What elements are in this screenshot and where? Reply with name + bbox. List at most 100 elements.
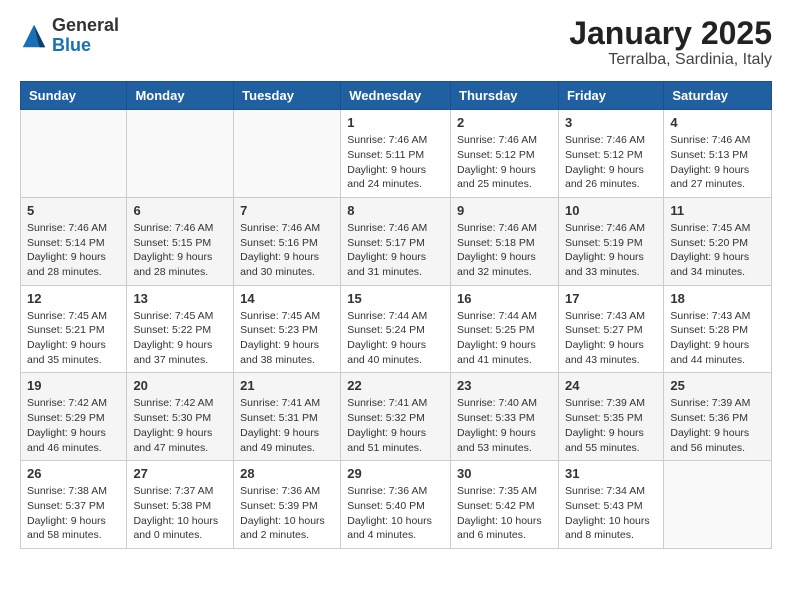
calendar-cell: 30 Sunrise: 7:35 AM Sunset: 5:42 PM Dayli… xyxy=(451,461,559,549)
calendar-cell: 17Sunrise: 7:43 AM Sunset: 5:27 PM Dayli… xyxy=(558,285,663,373)
calendar-cell: 24Sunrise: 7:39 AM Sunset: 5:35 PM Dayli… xyxy=(558,373,663,461)
column-header-wednesday: Wednesday xyxy=(341,82,451,110)
day-number: 26 xyxy=(27,466,120,481)
calendar-week-row: 19Sunrise: 7:42 AM Sunset: 5:29 PM Dayli… xyxy=(21,373,772,461)
day-info: Sunrise: 7:46 AM Sunset: 5:14 PM Dayligh… xyxy=(27,221,120,280)
day-info: Sunrise: 7:45 AM Sunset: 5:22 PM Dayligh… xyxy=(133,309,227,368)
calendar-cell: 20 Sunrise: 7:42 AM Sunset: 5:30 PM Dayli… xyxy=(127,373,234,461)
day-info: Sunrise: 7:41 AM Sunset: 5:32 PM Dayligh… xyxy=(347,396,444,455)
calendar-header-row: SundayMondayTuesdayWednesdayThursdayFrid… xyxy=(21,82,772,110)
calendar-cell: 29Sunrise: 7:36 AM Sunset: 5:40 PM Dayli… xyxy=(341,461,451,549)
calendar-cell: 4Sunrise: 7:46 AM Sunset: 5:13 PM Daylig… xyxy=(664,110,772,198)
page: General Blue January 2025 Terralba, Sard… xyxy=(0,0,792,565)
title-block: January 2025 Terralba, Sardinia, Italy xyxy=(569,16,772,69)
header: General Blue January 2025 Terralba, Sard… xyxy=(20,16,772,69)
day-number: 18 xyxy=(670,291,765,306)
calendar-cell: 23 Sunrise: 7:40 AM Sunset: 5:33 PM Dayli… xyxy=(451,373,559,461)
calendar-cell: 7Sunrise: 7:46 AM Sunset: 5:16 PM Daylig… xyxy=(234,197,341,285)
day-number: 2 xyxy=(457,115,552,130)
day-number: 3 xyxy=(565,115,657,130)
calendar-cell: 3 Sunrise: 7:46 AM Sunset: 5:12 PM Daylig… xyxy=(558,110,663,198)
calendar-week-row: 5 Sunrise: 7:46 AM Sunset: 5:14 PM Daylig… xyxy=(21,197,772,285)
day-number: 6 xyxy=(133,203,227,218)
day-number: 17 xyxy=(565,291,657,306)
day-number: 30 xyxy=(457,466,552,481)
day-info: Sunrise: 7:41 AM Sunset: 5:31 PM Dayligh… xyxy=(240,396,334,455)
calendar-cell: 22 Sunrise: 7:41 AM Sunset: 5:32 PM Dayli… xyxy=(341,373,451,461)
calendar-cell: 18 Sunrise: 7:43 AM Sunset: 5:28 PM Dayli… xyxy=(664,285,772,373)
logo-blue-text: Blue xyxy=(52,36,119,56)
day-number: 29 xyxy=(347,466,444,481)
calendar-cell: 1 Sunrise: 7:46 AM Sunset: 5:11 PM Daylig… xyxy=(341,110,451,198)
day-number: 25 xyxy=(670,378,765,393)
column-header-thursday: Thursday xyxy=(451,82,559,110)
day-info: Sunrise: 7:34 AM Sunset: 5:43 PM Dayligh… xyxy=(565,484,657,543)
day-info: Sunrise: 7:35 AM Sunset: 5:42 PM Dayligh… xyxy=(457,484,552,543)
day-info: Sunrise: 7:46 AM Sunset: 5:12 PM Dayligh… xyxy=(565,133,657,192)
day-info: Sunrise: 7:40 AM Sunset: 5:33 PM Dayligh… xyxy=(457,396,552,455)
logo: General Blue xyxy=(20,16,119,56)
calendar-table: SundayMondayTuesdayWednesdayThursdayFrid… xyxy=(20,81,772,549)
calendar-cell: 14 Sunrise: 7:45 AM Sunset: 5:23 PM Dayli… xyxy=(234,285,341,373)
day-info: Sunrise: 7:45 AM Sunset: 5:23 PM Dayligh… xyxy=(240,309,334,368)
calendar-cell: 28 Sunrise: 7:36 AM Sunset: 5:39 PM Dayli… xyxy=(234,461,341,549)
calendar-cell: 6 Sunrise: 7:46 AM Sunset: 5:15 PM Daylig… xyxy=(127,197,234,285)
day-number: 15 xyxy=(347,291,444,306)
calendar-cell: 2 Sunrise: 7:46 AM Sunset: 5:12 PM Daylig… xyxy=(451,110,559,198)
day-number: 1 xyxy=(347,115,444,130)
day-number: 10 xyxy=(565,203,657,218)
calendar-cell: 12Sunrise: 7:45 AM Sunset: 5:21 PM Dayli… xyxy=(21,285,127,373)
day-info: Sunrise: 7:42 AM Sunset: 5:30 PM Dayligh… xyxy=(133,396,227,455)
column-header-saturday: Saturday xyxy=(664,82,772,110)
column-header-sunday: Sunday xyxy=(21,82,127,110)
day-info: Sunrise: 7:44 AM Sunset: 5:25 PM Dayligh… xyxy=(457,309,552,368)
month-year-title: January 2025 xyxy=(569,16,772,51)
day-info: Sunrise: 7:39 AM Sunset: 5:35 PM Dayligh… xyxy=(565,396,657,455)
day-number: 13 xyxy=(133,291,227,306)
column-header-monday: Monday xyxy=(127,82,234,110)
calendar-cell xyxy=(664,461,772,549)
calendar-cell: 8Sunrise: 7:46 AM Sunset: 5:17 PM Daylig… xyxy=(341,197,451,285)
day-info: Sunrise: 7:46 AM Sunset: 5:17 PM Dayligh… xyxy=(347,221,444,280)
day-info: Sunrise: 7:45 AM Sunset: 5:21 PM Dayligh… xyxy=(27,309,120,368)
day-info: Sunrise: 7:46 AM Sunset: 5:12 PM Dayligh… xyxy=(457,133,552,192)
day-info: Sunrise: 7:46 AM Sunset: 5:15 PM Dayligh… xyxy=(133,221,227,280)
calendar-cell: 26 Sunrise: 7:38 AM Sunset: 5:37 PM Dayli… xyxy=(21,461,127,549)
day-number: 4 xyxy=(670,115,765,130)
day-number: 19 xyxy=(27,378,120,393)
calendar-cell xyxy=(127,110,234,198)
calendar-cell: 15 Sunrise: 7:44 AM Sunset: 5:24 PM Dayli… xyxy=(341,285,451,373)
day-number: 21 xyxy=(240,378,334,393)
calendar-cell: 11Sunrise: 7:45 AM Sunset: 5:20 PM Dayli… xyxy=(664,197,772,285)
logo-icon xyxy=(20,22,48,50)
day-number: 14 xyxy=(240,291,334,306)
day-info: Sunrise: 7:38 AM Sunset: 5:37 PM Dayligh… xyxy=(27,484,120,543)
calendar-cell: 9Sunrise: 7:46 AM Sunset: 5:18 PM Daylig… xyxy=(451,197,559,285)
calendar-cell xyxy=(21,110,127,198)
day-info: Sunrise: 7:36 AM Sunset: 5:39 PM Dayligh… xyxy=(240,484,334,543)
day-info: Sunrise: 7:46 AM Sunset: 5:19 PM Dayligh… xyxy=(565,221,657,280)
calendar-cell: 19Sunrise: 7:42 AM Sunset: 5:29 PM Dayli… xyxy=(21,373,127,461)
logo-text: General Blue xyxy=(52,16,119,56)
day-info: Sunrise: 7:39 AM Sunset: 5:36 PM Dayligh… xyxy=(670,396,765,455)
day-number: 20 xyxy=(133,378,227,393)
day-number: 28 xyxy=(240,466,334,481)
location-subtitle: Terralba, Sardinia, Italy xyxy=(569,51,772,69)
day-number: 31 xyxy=(565,466,657,481)
calendar-cell: 27Sunrise: 7:37 AM Sunset: 5:38 PM Dayli… xyxy=(127,461,234,549)
day-number: 23 xyxy=(457,378,552,393)
day-info: Sunrise: 7:44 AM Sunset: 5:24 PM Dayligh… xyxy=(347,309,444,368)
calendar-week-row: 12Sunrise: 7:45 AM Sunset: 5:21 PM Dayli… xyxy=(21,285,772,373)
calendar-cell: 10 Sunrise: 7:46 AM Sunset: 5:19 PM Dayli… xyxy=(558,197,663,285)
day-info: Sunrise: 7:46 AM Sunset: 5:11 PM Dayligh… xyxy=(347,133,444,192)
column-header-friday: Friday xyxy=(558,82,663,110)
logo-general-text: General xyxy=(52,16,119,36)
day-number: 5 xyxy=(27,203,120,218)
calendar-cell xyxy=(234,110,341,198)
day-number: 22 xyxy=(347,378,444,393)
day-info: Sunrise: 7:46 AM Sunset: 5:16 PM Dayligh… xyxy=(240,221,334,280)
calendar-cell: 25 Sunrise: 7:39 AM Sunset: 5:36 PM Dayli… xyxy=(664,373,772,461)
day-info: Sunrise: 7:43 AM Sunset: 5:28 PM Dayligh… xyxy=(670,309,765,368)
day-info: Sunrise: 7:46 AM Sunset: 5:18 PM Dayligh… xyxy=(457,221,552,280)
day-number: 27 xyxy=(133,466,227,481)
